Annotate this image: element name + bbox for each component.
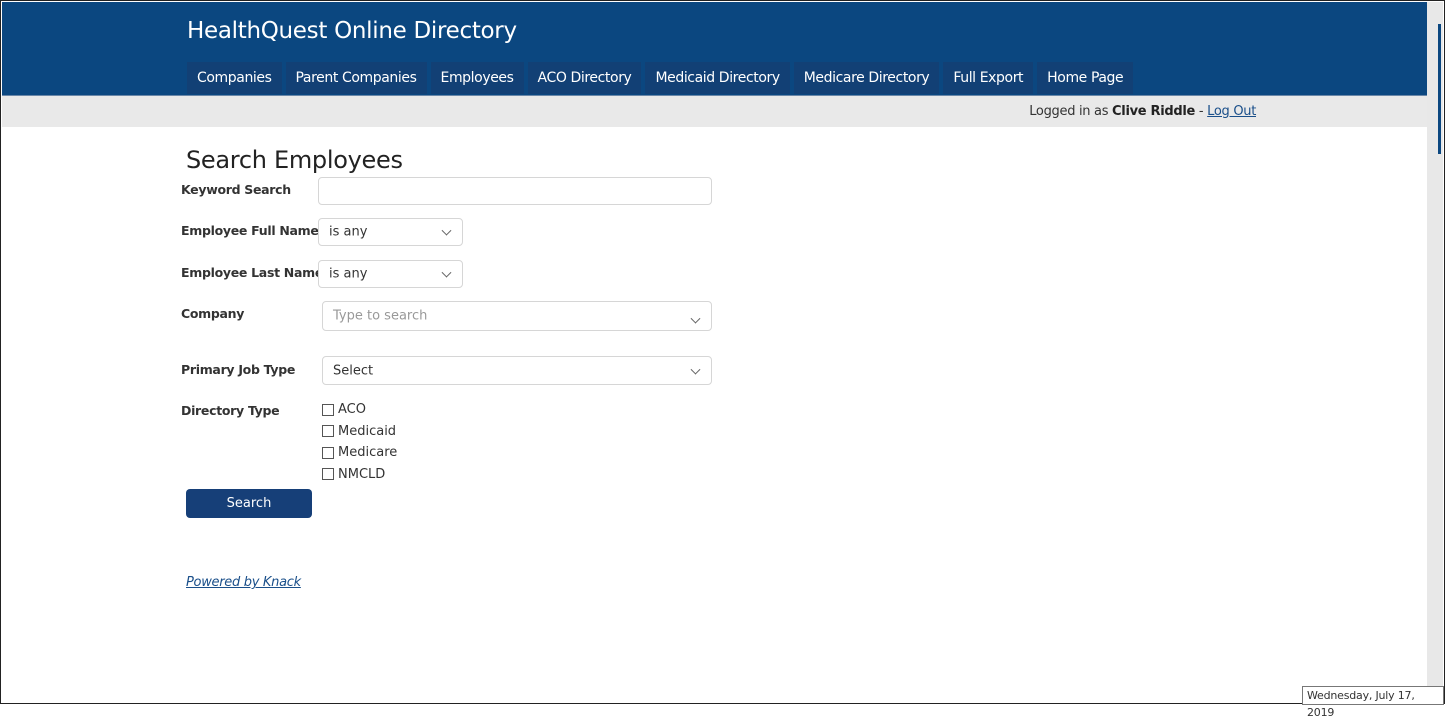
checkbox-aco[interactable]: ACO: [322, 399, 397, 421]
nav-parent-companies[interactable]: Parent Companies: [285, 62, 427, 94]
scrollbar-thumb[interactable]: [1438, 24, 1441, 154]
full-name-label: Employee Full Name: [181, 223, 319, 238]
full-name-operator-value: is any: [329, 224, 368, 240]
nav-medicaid-directory[interactable]: Medicaid Directory: [645, 62, 790, 94]
checkbox-label: ACO: [338, 402, 366, 418]
user-name: Clive Riddle: [1112, 104, 1196, 119]
user-bar: Logged in as Clive Riddle - Log Out: [2, 95, 1428, 127]
nav-full-export[interactable]: Full Export: [943, 62, 1034, 94]
keyword-search-input[interactable]: [318, 177, 712, 205]
logout-link[interactable]: Log Out: [1207, 104, 1256, 119]
login-status: Logged in as Clive Riddle - Log Out: [1029, 104, 1256, 119]
checkbox-icon[interactable]: [322, 425, 334, 438]
page-scrollbar[interactable]: [1427, 2, 1443, 703]
checkbox-icon[interactable]: [322, 446, 334, 459]
full-name-operator-select[interactable]: is any: [318, 218, 463, 246]
page-title: Search Employees: [186, 146, 403, 174]
nav-employees[interactable]: Employees: [430, 62, 524, 94]
chevron-down-icon: [441, 267, 452, 278]
checkbox-medicaid[interactable]: Medicaid: [322, 421, 397, 443]
checkbox-icon[interactable]: [322, 468, 334, 481]
nav-home-page[interactable]: Home Page: [1037, 62, 1134, 94]
nav-medicare-directory[interactable]: Medicare Directory: [793, 62, 940, 94]
checkbox-label: Medicare: [338, 445, 398, 461]
checkbox-label: NMCLD: [338, 466, 386, 482]
company-placeholder: Type to search: [333, 308, 428, 324]
checkbox-medicare[interactable]: Medicare: [322, 442, 397, 464]
last-name-operator-select[interactable]: is any: [318, 260, 463, 288]
job-type-select[interactable]: Select: [322, 356, 712, 385]
nav-companies[interactable]: Companies: [187, 62, 282, 94]
chevron-down-icon: [690, 364, 701, 375]
checkbox-icon[interactable]: [322, 403, 334, 416]
last-name-label: Employee Last Name: [181, 265, 324, 280]
header-bar: HealthQuest Online Directory Companies P…: [2, 2, 1428, 95]
nav-aco-directory[interactable]: ACO Directory: [527, 62, 642, 94]
app-title: HealthQuest Online Directory: [187, 18, 517, 44]
checkbox-nmcld[interactable]: NMCLD: [322, 464, 397, 486]
logged-in-prefix: Logged in as: [1029, 104, 1109, 119]
job-type-label: Primary Job Type: [181, 362, 296, 377]
company-label: Company: [181, 306, 245, 321]
last-name-operator-value: is any: [329, 266, 368, 282]
separator: -: [1198, 104, 1204, 119]
chevron-down-icon: [690, 313, 701, 324]
main-nav: Companies Parent Companies Employees ACO…: [187, 62, 1134, 94]
chevron-down-icon: [441, 225, 452, 236]
directory-type-label: Directory Type: [181, 403, 280, 418]
date-tooltip: Wednesday, July 17, 2019: [1302, 686, 1444, 719]
directory-type-checkboxes: ACO Medicaid Medicare NMCLD: [322, 399, 397, 485]
search-button[interactable]: Search: [186, 489, 312, 518]
checkbox-label: Medicaid: [338, 423, 397, 439]
company-search-select[interactable]: Type to search: [322, 301, 712, 331]
job-type-value: Select: [333, 363, 374, 378]
keyword-label: Keyword Search: [181, 182, 291, 197]
powered-by-knack-link[interactable]: Powered by Knack: [186, 575, 301, 590]
